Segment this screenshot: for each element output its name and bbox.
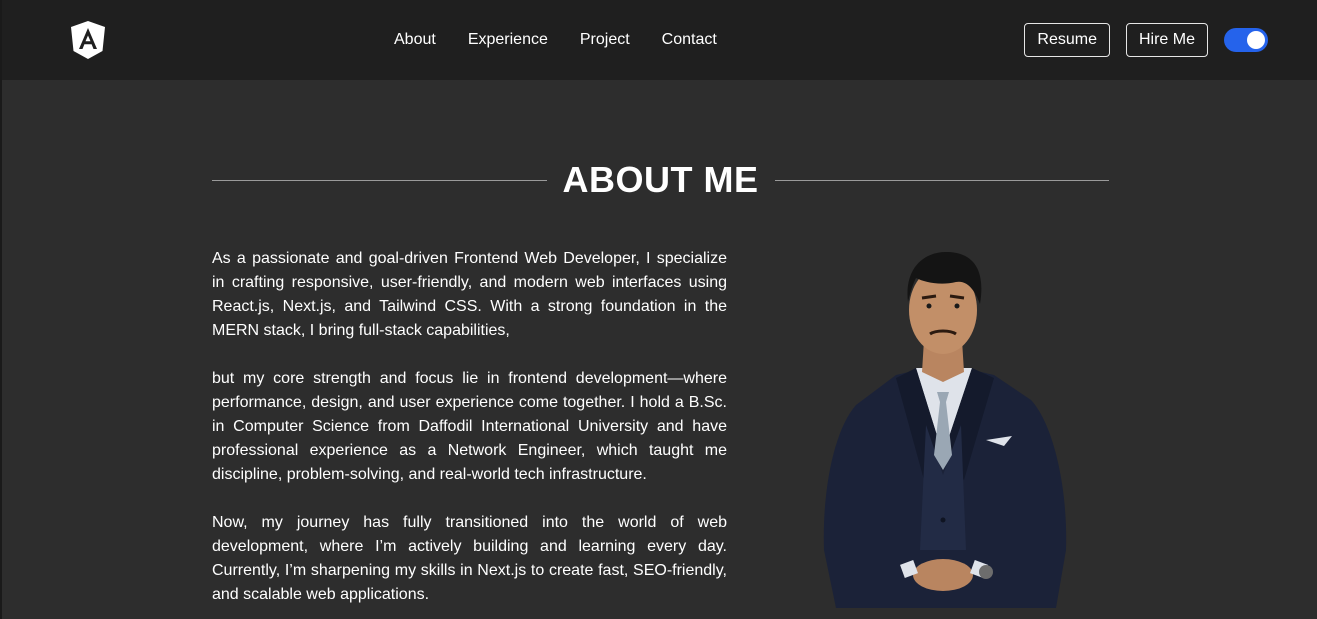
navbar: About Experience Project Contact Resume … [2,0,1317,80]
page: About Experience Project Contact Resume … [0,0,1317,619]
resume-button[interactable]: Resume [1024,23,1110,57]
angular-logo-icon[interactable] [69,20,107,60]
heading-divider-left [212,179,547,181]
nav-link-about[interactable]: About [394,31,436,49]
theme-toggle[interactable] [1224,28,1268,52]
toggle-knob [1247,31,1265,49]
nav-link-experience[interactable]: Experience [468,31,548,49]
hire-me-button[interactable]: Hire Me [1125,23,1208,57]
portrait-photo [823,252,1067,608]
nav-link-contact[interactable]: Contact [662,31,717,49]
about-heading-row: ABOUT ME [212,155,1109,205]
main-nav: About Experience Project Contact [394,0,749,80]
about-text: As a passionate and goal-driven Frontend… [212,247,727,619]
heading-divider-right [774,179,1109,181]
nav-link-project[interactable]: Project [580,31,630,49]
about-paragraph-3: Now, my journey has fully transitioned i… [212,514,727,603]
nav-actions: Resume Hire Me [1024,23,1268,57]
about-paragraph-2: but my core strength and focus lie in fr… [212,370,727,483]
about-title: ABOUT ME [562,159,759,200]
about-paragraph-1: As a passionate and goal-driven Frontend… [212,250,727,339]
